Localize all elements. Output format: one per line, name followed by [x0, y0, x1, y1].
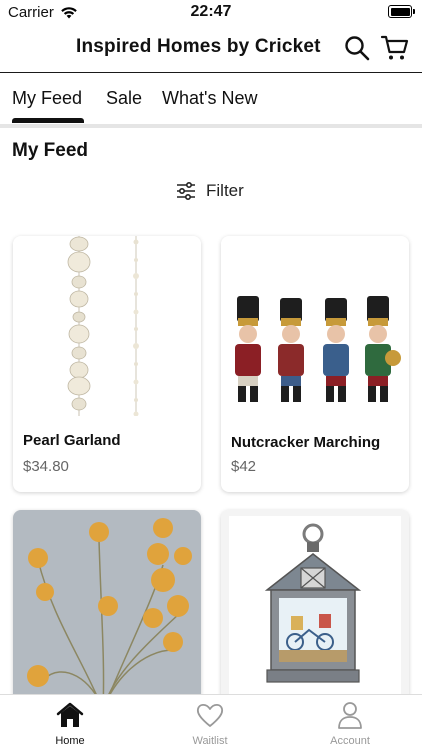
filter-label: Filter: [206, 181, 244, 200]
selected-tab-indicator: [12, 118, 84, 123]
tabbar-label: Account: [330, 735, 370, 747]
tabbar-label: Home: [55, 735, 85, 747]
heart-icon: [196, 703, 224, 727]
tabbar-item-waitlist[interactable]: Waitlist: [160, 701, 260, 747]
product-image-barn-lantern: [221, 510, 409, 710]
filter-button[interactable]: Filter: [176, 181, 244, 201]
tabbar-item-account[interactable]: Account: [300, 701, 400, 747]
product-card[interactable]: Nutcracker Marching $42: [221, 236, 409, 492]
product-price: $34.80: [23, 458, 69, 475]
tab-my-feed[interactable]: My Feed: [12, 88, 82, 109]
feed-tabs: My Feed Sale What's New: [0, 74, 422, 124]
person-icon: [338, 702, 362, 729]
cart-icon[interactable]: [380, 33, 410, 63]
product-card[interactable]: Pearl Garland $34.80: [13, 236, 201, 492]
tab-whats-new[interactable]: What's New: [162, 88, 257, 109]
product-card[interactable]: [221, 510, 409, 710]
tabs-divider: [0, 124, 422, 128]
filter-icon: [177, 182, 195, 200]
tabbar-item-home[interactable]: Home: [20, 701, 120, 747]
clock: 22:47: [190, 3, 232, 20]
app-header: Inspired Homes by Cricket: [0, 24, 422, 73]
tabbar-label: Waitlist: [192, 735, 228, 747]
battery-icon: [388, 5, 415, 18]
product-image-dried-flowers: [13, 510, 201, 710]
bottom-tab-bar: Home Waitlist Account: [0, 694, 422, 751]
section-title: My Feed: [12, 140, 89, 161]
product-image-nutcracker-marching: [221, 236, 409, 416]
product-name: Nutcracker Marching: [231, 434, 381, 451]
product-image-pearl-garland: [13, 236, 201, 416]
home-icon: [56, 702, 84, 727]
product-card[interactable]: [13, 510, 201, 710]
search-icon[interactable]: [342, 33, 372, 63]
product-price: $42: [231, 458, 257, 475]
app-title: Inspired Homes by Cricket: [76, 36, 321, 57]
tab-sale[interactable]: Sale: [106, 88, 142, 109]
product-name: Pearl Garland: [23, 432, 121, 449]
status-bar: Carrier 22:47: [0, 0, 422, 24]
